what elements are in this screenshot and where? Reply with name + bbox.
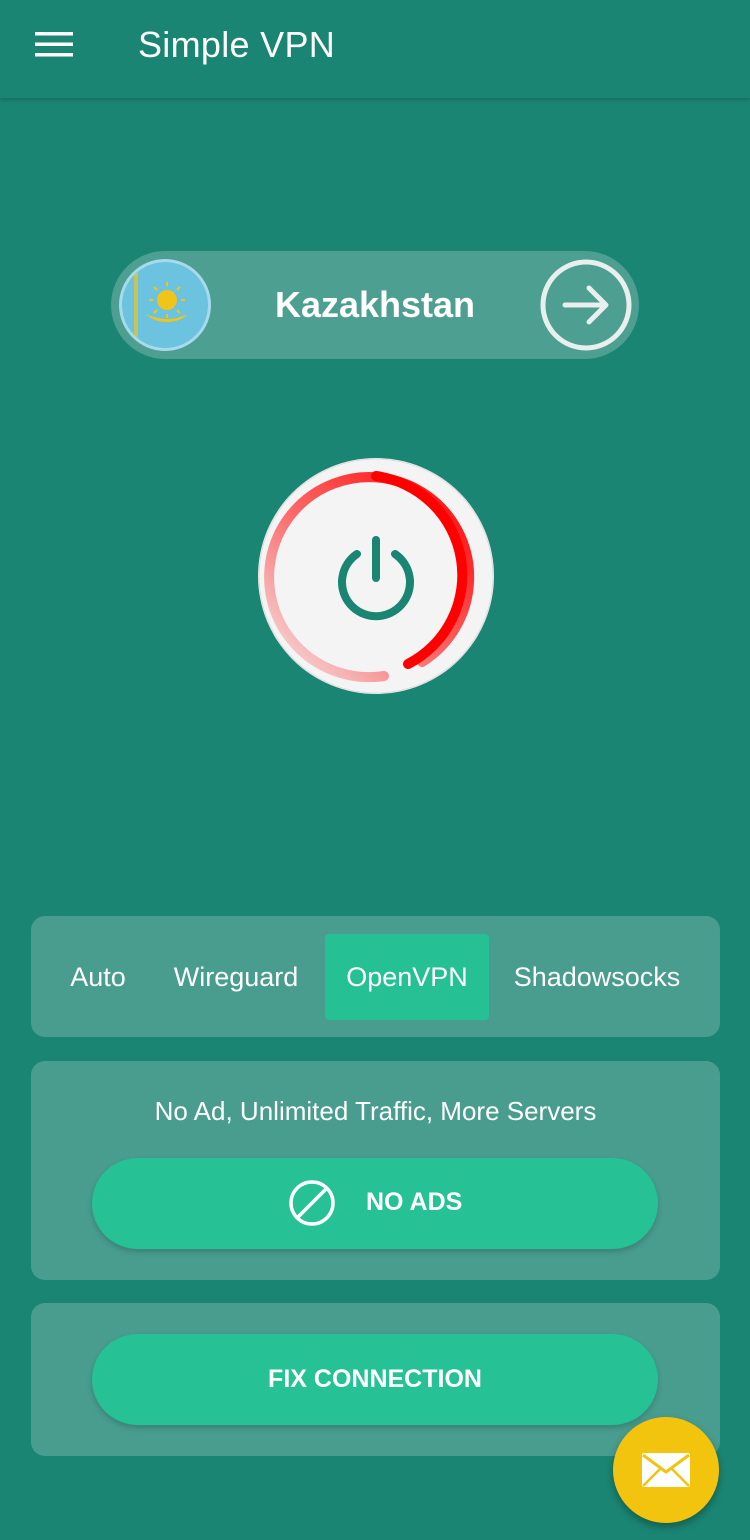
tab-shadowsocks[interactable]: Shadowsocks (505, 934, 689, 1020)
connect-power-button[interactable] (256, 456, 496, 696)
server-selector[interactable]: Kazakhstan (111, 251, 639, 359)
tab-label: Shadowsocks (513, 961, 681, 992)
tab-label: Wireguard (173, 961, 299, 992)
tab-openvpn[interactable]: OpenVPN (325, 934, 489, 1020)
protocol-selector: Auto Wireguard OpenVPN Shadowsocks (31, 916, 720, 1037)
premium-promo-card: No Ad, Unlimited Traffic, More Servers N… (31, 1061, 720, 1280)
no-ads-button[interactable]: NO ADS (92, 1158, 658, 1249)
menu-icon (35, 32, 73, 57)
mail-icon (642, 1453, 690, 1487)
select-server-button[interactable] (539, 258, 633, 352)
tab-label: Auto (70, 961, 126, 992)
fix-connection-card: FIX CONNECTION (31, 1303, 720, 1456)
tab-wireguard[interactable]: Wireguard (163, 934, 309, 1020)
arrow-right-icon (540, 259, 632, 351)
fix-connection-label: FIX CONNECTION (268, 1365, 482, 1393)
menu-button[interactable] (24, 20, 84, 68)
block-icon (289, 1180, 335, 1226)
no-ads-label: NO ADS (366, 1188, 463, 1216)
app-bar: Simple VPN (0, 0, 750, 98)
fix-connection-button[interactable]: FIX CONNECTION (92, 1334, 658, 1425)
promo-text: No Ad, Unlimited Traffic, More Servers (154, 1096, 597, 1126)
contact-mail-button[interactable] (613, 1417, 719, 1523)
app-title: Simple VPN (138, 24, 336, 65)
tab-label: OpenVPN (346, 961, 468, 992)
tab-auto[interactable]: Auto (53, 934, 143, 1020)
